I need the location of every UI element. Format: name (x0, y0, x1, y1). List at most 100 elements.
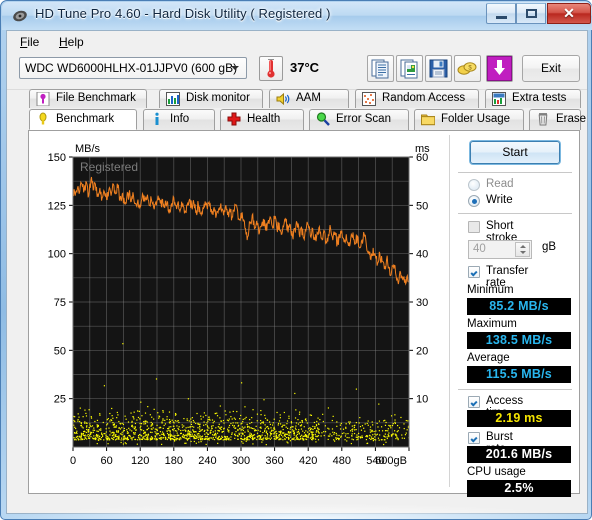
close-icon: ✕ (563, 5, 575, 21)
burst-rate-checkbox-indicator (468, 432, 480, 444)
chart-canvas: MB/s ms 255075100125150 102030405060 0 60… (48, 143, 431, 467)
divider-2 (458, 213, 572, 214)
maximize-icon (526, 9, 537, 18)
control-panel: Start Read Write Short stroke 40 gB Tran… (454, 137, 576, 497)
y-axis-title: MB/s (75, 143, 101, 155)
short-stroke-value: 40 (473, 243, 486, 255)
tab-random-access[interactable]: Random Access (355, 89, 479, 108)
tab-label: Health (247, 113, 281, 125)
short-stroke-unit: gB (542, 241, 557, 253)
maximum-label: Maximum (467, 318, 517, 330)
minimum-value: 85.2 MB/s (467, 298, 571, 315)
chart-watermark: Registered (80, 160, 138, 174)
tab-benchmark[interactable]: Benchmark (29, 109, 137, 130)
svg-text:480: 480 (333, 455, 351, 467)
copy-text-button[interactable] (367, 55, 394, 82)
info-icon (155, 112, 159, 125)
copy-image-button[interactable] (396, 55, 423, 82)
disk-monitor-icon (166, 92, 180, 106)
access-time-value: 2.19 ms (467, 410, 571, 427)
cpu-usage-label: CPU usage (467, 466, 526, 478)
hdtune-logo-icon (13, 10, 27, 22)
magnifier-icon (316, 112, 330, 126)
application-window: HD Tune Pro 4.60 - Hard Disk Utility ( R… (0, 0, 592, 520)
benchmark-icon (39, 112, 47, 125)
tab-erase[interactable]: Erase (529, 109, 586, 130)
svg-text:30: 30 (416, 297, 428, 309)
x-axis-ticks: 0 60 120 180 240 300 360 420 480 540600gB (70, 447, 410, 467)
thermometer-icon (267, 59, 275, 78)
svg-text:50: 50 (54, 345, 66, 357)
tab-label: Info (170, 113, 190, 125)
svg-text:150: 150 (48, 152, 66, 164)
download-button[interactable] (486, 55, 513, 82)
drive-select[interactable]: WDC WD6000HLHX-01JJPV0 (600 gB) (19, 57, 247, 79)
toolbar: WDC WD6000HLHX-01JJPV0 (600 gB) 37°C $ E… (7, 51, 587, 90)
svg-text:60: 60 (416, 152, 428, 164)
maximum-value: 138.5 MB/s (467, 332, 571, 349)
svg-text:180: 180 (165, 455, 183, 467)
title-bar: HD Tune Pro 4.60 - Hard Disk Utility ( R… (2, 2, 592, 30)
money-icon: $ (457, 62, 477, 75)
svg-text:75: 75 (54, 297, 66, 309)
svg-text:300: 300 (232, 455, 250, 467)
short-stroke-row: 40 gB (454, 240, 576, 260)
start-button[interactable]: Start (470, 141, 560, 164)
maximize-button[interactable] (516, 3, 546, 24)
svg-text:25: 25 (54, 394, 66, 406)
svg-text:0: 0 (70, 455, 76, 467)
svg-text:10: 10 (416, 394, 428, 406)
access-time-checkbox-indicator (468, 396, 480, 408)
menu-help-rest: elp (67, 35, 84, 49)
tab-bar: File Benchmark Disk monitor AAM Random A… (7, 89, 587, 130)
panel-divider (449, 135, 450, 487)
radio-write-indicator (468, 195, 480, 207)
svg-text:360: 360 (265, 455, 283, 467)
copy-text-icon (371, 59, 389, 79)
benchmark-panel: MB/s ms 25 50 75 100 125 150 10 20 30 40 50 60 0 60… (28, 130, 580, 497)
tab-aam[interactable]: AAM (269, 89, 349, 108)
svg-text:50: 50 (416, 200, 428, 212)
chevron-down-icon (231, 66, 239, 70)
spinner-updown-icon[interactable] (515, 242, 530, 257)
tab-extra-tests[interactable]: Extra tests (485, 89, 581, 108)
close-button[interactable]: ✕ (547, 3, 591, 24)
tab-row-secondary: Benchmark Info Health Error Scan Folder … (7, 109, 587, 130)
tab-label: Error Scan (336, 113, 391, 125)
download-icon (487, 56, 512, 81)
extra-tests-icon (492, 92, 506, 106)
temperature-indicator (259, 56, 283, 81)
svg-text:20: 20 (416, 345, 428, 357)
tab-file-benchmark[interactable]: File Benchmark (29, 89, 147, 108)
short-stroke-checkbox-indicator (468, 221, 480, 233)
folder-icon (421, 114, 435, 126)
tab-folder-usage[interactable]: Folder Usage (414, 109, 524, 130)
radio-read-label: Read (486, 178, 514, 190)
temperature-value: 37°C (290, 60, 320, 75)
trash-icon (538, 113, 548, 126)
divider-1 (458, 172, 572, 173)
tab-label: Extra tests (512, 92, 567, 104)
client-area: File Help WDC WD6000HLHX-01JJPV0 (600 gB… (6, 30, 588, 514)
tab-disk-monitor[interactable]: Disk monitor (159, 89, 263, 108)
tab-label: File Benchmark (56, 92, 136, 104)
tab-label: Erase (556, 113, 587, 125)
menu-help[interactable]: Help (53, 34, 90, 50)
tab-label: Random Access (382, 92, 466, 104)
svg-text:100: 100 (48, 249, 66, 261)
money-button[interactable]: $ (454, 55, 481, 82)
short-stroke-input[interactable]: 40 (468, 240, 532, 259)
minimize-button[interactable] (486, 3, 516, 24)
file-benchmark-icon (36, 92, 50, 106)
benchmark-chart: MB/s ms 25 50 75 100 125 150 10 20 30 40 50 60 0 60… (40, 139, 450, 484)
random-access-icon (362, 92, 376, 106)
svg-text:240: 240 (198, 455, 216, 467)
tab-info[interactable]: Info (143, 109, 215, 130)
save-button[interactable] (425, 55, 452, 82)
tab-label: Disk monitor (186, 92, 250, 104)
svg-text:60: 60 (100, 455, 112, 467)
exit-button[interactable]: Exit (522, 55, 580, 82)
tab-error-scan[interactable]: Error Scan (309, 109, 409, 130)
tab-health[interactable]: Health (220, 109, 304, 130)
menu-file[interactable]: File (14, 34, 45, 50)
